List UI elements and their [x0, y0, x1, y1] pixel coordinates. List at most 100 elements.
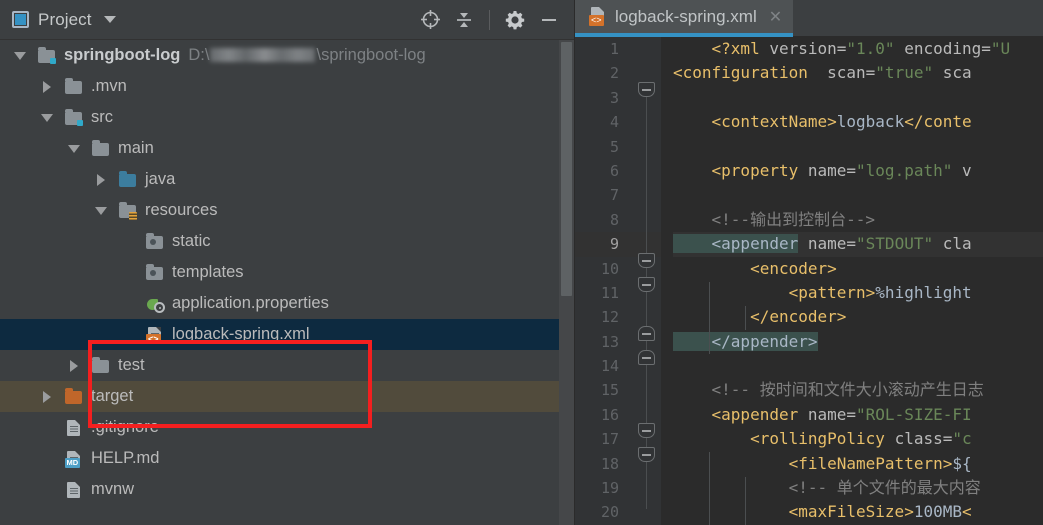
code-editor[interactable]: 1 2 3 4 5 6 7 8 9 10 11 12 13 14 15 16 17 18 19 20 — [575, 37, 1043, 525]
collapse-all-icon[interactable] — [449, 5, 479, 35]
tree-row-label: .mvn — [91, 77, 127, 95]
code-token: logback — [836, 112, 905, 132]
code-line: <?xml version="1.0" encoding="U — [673, 37, 1043, 61]
tree-row-mvn[interactable]: .mvn — [0, 71, 574, 102]
locate-target-icon[interactable] — [415, 5, 445, 35]
tree-row-path: D:\ \springboot-log — [188, 46, 425, 65]
tree-row-logback-spring-xml[interactable]: <> logback-spring.xml — [0, 319, 574, 350]
tree-row-label: mvnw — [91, 480, 135, 498]
code-token: name= — [807, 160, 857, 180]
tree-row-help-md[interactable]: MD HELP.md — [0, 443, 574, 474]
redacted-path-segment — [210, 48, 316, 62]
code-line: <property name="log.path" v — [673, 159, 1043, 183]
tree-row-label: HELP.md — [91, 449, 160, 467]
project-window-icon — [12, 11, 29, 28]
project-tool-window: Project springboot-log D:\ \springboot-l… — [0, 0, 575, 525]
panel-title: Project — [38, 9, 92, 29]
code-token: "c — [952, 429, 972, 449]
code-line: <pattern>%highlight — [673, 281, 1043, 305]
code-line: <appender name="ROL-SIZE-FI — [673, 403, 1043, 427]
fold-collapse-icon[interactable] — [638, 82, 655, 97]
indent-guide — [745, 477, 746, 525]
triangle-right-icon[interactable] — [93, 171, 110, 188]
fold-expand-icon[interactable] — [638, 326, 655, 341]
tree-row-gitignore[interactable]: .gitignore — [0, 412, 574, 443]
tree-row-mvnw[interactable]: mvnw — [0, 474, 574, 505]
code-line: <contextName>logback</conte — [673, 110, 1043, 134]
project-tree-scroll-area: springboot-log D:\ \springboot-log .mvn src m… — [0, 40, 574, 525]
code-token: "U — [990, 39, 1011, 58]
gear-icon[interactable] — [500, 5, 530, 35]
fold-expand-icon[interactable] — [638, 350, 655, 365]
code-content[interactable]: <?xml version="1.0" encoding="U <configur… — [661, 37, 1043, 525]
tree-twisty-placeholder — [120, 295, 137, 312]
code-token: </appender> — [673, 331, 818, 351]
code-token: "log.path" — [856, 160, 953, 180]
tree-row-main[interactable]: main — [0, 133, 574, 164]
tree-row-label: static — [172, 232, 211, 250]
tree-row-label: main — [118, 139, 154, 157]
tree-row-resources[interactable]: resources — [0, 195, 574, 226]
folder-package-icon — [145, 233, 164, 250]
tree-row-java[interactable]: java — [0, 164, 574, 195]
close-icon[interactable]: ✕ — [769, 7, 782, 27]
folder-package-icon — [145, 264, 164, 281]
triangle-right-icon[interactable] — [39, 388, 56, 405]
chevron-down-icon[interactable] — [103, 16, 116, 23]
tree-row-target[interactable]: target — [0, 381, 574, 412]
tree-row-test[interactable]: test — [0, 350, 574, 381]
code-token: </encoder> — [673, 307, 847, 327]
fold-collapse-icon[interactable] — [638, 277, 655, 292]
triangle-down-icon[interactable] — [39, 109, 56, 126]
tree-row-application-properties[interactable]: application.properties — [0, 288, 574, 319]
code-token: </conte — [904, 112, 972, 132]
folder-source-root-icon — [64, 109, 83, 126]
tree-row-label: logback-spring.xml — [172, 325, 310, 343]
tree-row-templates[interactable]: templates — [0, 257, 574, 288]
code-token: version= — [769, 39, 847, 58]
triangle-down-icon[interactable] — [12, 47, 29, 64]
fold-collapse-icon[interactable] — [638, 447, 655, 462]
project-title-group[interactable]: Project — [12, 10, 116, 30]
line-number-gutter[interactable]: 1 2 3 4 5 6 7 8 9 10 11 12 13 14 15 16 17 18 19 20 — [575, 37, 691, 525]
code-folding-strip[interactable] — [633, 37, 691, 525]
code-token: encoding= — [894, 39, 991, 58]
tab-label: logback-spring.xml — [615, 6, 757, 26]
path-suffix: \springboot-log — [316, 46, 426, 64]
code-line: <configuration scan="true" sca — [673, 61, 1043, 85]
triangle-right-icon[interactable] — [39, 78, 56, 95]
fold-collapse-icon[interactable] — [638, 423, 655, 438]
tree-row-label: springboot-log — [64, 46, 181, 64]
tree-twisty-placeholder — [39, 419, 56, 436]
triangle-down-icon[interactable] — [93, 202, 110, 219]
xml-file-icon: <> — [145, 326, 164, 344]
minimize-icon[interactable] — [534, 5, 564, 35]
tree-row-label: src — [91, 108, 113, 126]
code-token: <appender — [673, 404, 808, 424]
tree-scrollbar-thumb[interactable] — [561, 42, 572, 296]
fold-collapse-icon[interactable] — [638, 253, 655, 268]
tab-logback-spring-xml[interactable]: <> logback-spring.xml ✕ — [575, 0, 794, 37]
xml-file-icon: <> — [588, 7, 607, 26]
code-line: <!-- 按时间和文件大小滚动产生日志 — [673, 378, 1043, 402]
panel-toolbar — [415, 5, 564, 35]
spring-properties-icon — [145, 295, 165, 313]
tree-row-src[interactable]: src — [0, 102, 574, 133]
triangle-right-icon[interactable] — [66, 357, 83, 374]
tree-row-label: java — [145, 170, 176, 188]
text-file-icon — [64, 419, 83, 436]
code-line: </appender> — [673, 330, 1043, 354]
folder-excluded-icon — [64, 388, 83, 405]
code-line: <rollingPolicy class="c — [673, 427, 1043, 451]
triangle-down-icon[interactable] — [66, 140, 83, 157]
tree-row-springboot-log[interactable]: springboot-log D:\ \springboot-log — [0, 40, 574, 71]
tree-twisty-placeholder — [39, 450, 56, 467]
folder-icon — [91, 140, 110, 157]
tree-row-static[interactable]: static — [0, 226, 574, 257]
code-line: <encoder> — [673, 257, 1043, 281]
fold-region-line — [646, 89, 647, 509]
